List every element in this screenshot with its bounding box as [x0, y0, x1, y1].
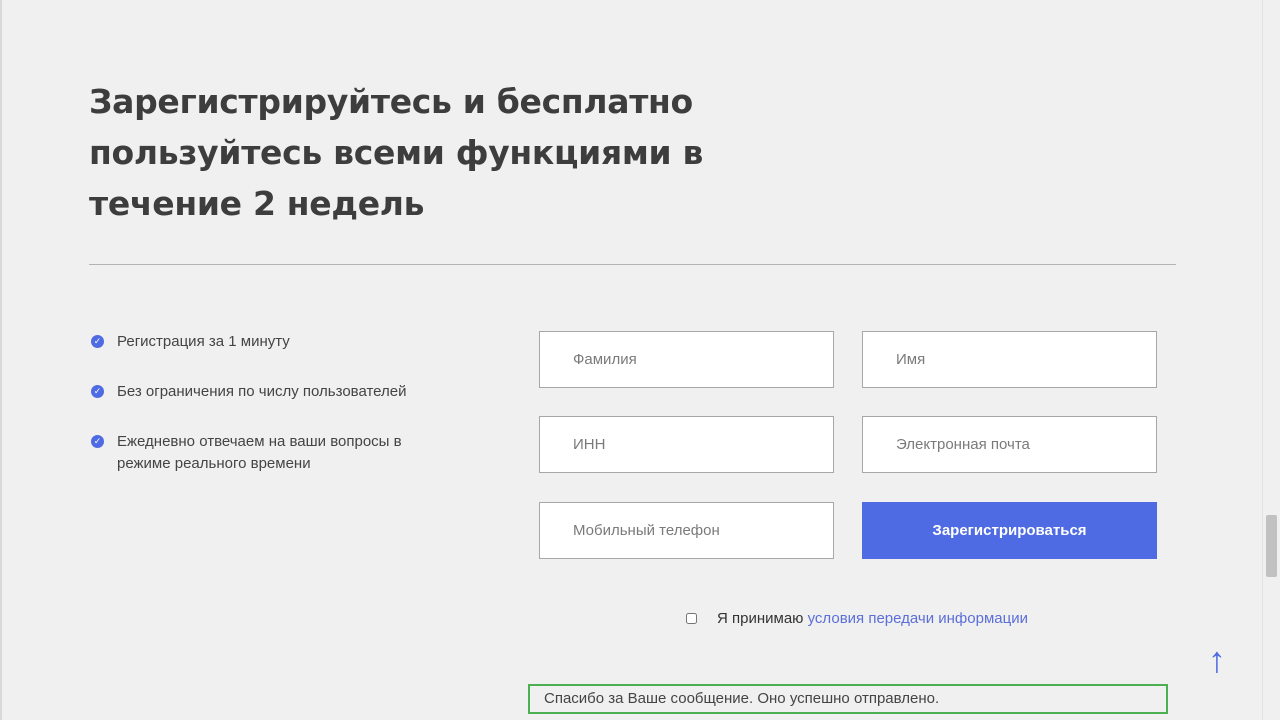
- surname-input[interactable]: [539, 331, 834, 388]
- page-title: Зарегистрируйтесь и бесплатно пользуйтес…: [89, 82, 704, 223]
- consent-prefix: Я принимаю: [717, 610, 804, 627]
- section-divider: [89, 264, 1176, 265]
- feature-list: ✓ Регистрация за 1 минуту ✓ Без ограниче…: [89, 331, 449, 475]
- feature-item: ✓ Ежедневно отвечаем на ваши вопросы в р…: [89, 431, 449, 475]
- check-circle-icon: ✓: [91, 385, 104, 398]
- consent-text: Я принимаю условия передачи информации: [717, 610, 1028, 627]
- check-circle-icon: ✓: [91, 435, 104, 448]
- scrollbar-track[interactable]: [1262, 0, 1280, 720]
- email-input[interactable]: [862, 416, 1157, 473]
- register-button[interactable]: Зарегистрироваться: [862, 502, 1157, 559]
- check-circle-icon: ✓: [91, 335, 104, 348]
- feature-text: Ежедневно отвечаем на ваши вопросы в реж…: [117, 433, 402, 472]
- success-message: Спасибо за Ваше сообщение. Оно успешно о…: [528, 684, 1168, 714]
- feature-text: Без ограничения по числу пользователей: [117, 383, 407, 400]
- inn-input[interactable]: [539, 416, 834, 473]
- phone-input[interactable]: [539, 502, 834, 559]
- consent-checkbox[interactable]: [686, 613, 697, 624]
- arrow-up-icon[interactable]: ↑: [1204, 640, 1230, 680]
- feature-text: Регистрация за 1 минуту: [117, 333, 290, 350]
- scrollbar-thumb[interactable]: [1266, 515, 1277, 577]
- feature-item: ✓ Без ограничения по числу пользователей: [89, 381, 449, 403]
- feature-item: ✓ Регистрация за 1 минуту: [89, 331, 449, 353]
- page-edge: [0, 0, 2, 720]
- name-input[interactable]: [862, 331, 1157, 388]
- consent-terms-link[interactable]: условия передачи информации: [808, 610, 1028, 627]
